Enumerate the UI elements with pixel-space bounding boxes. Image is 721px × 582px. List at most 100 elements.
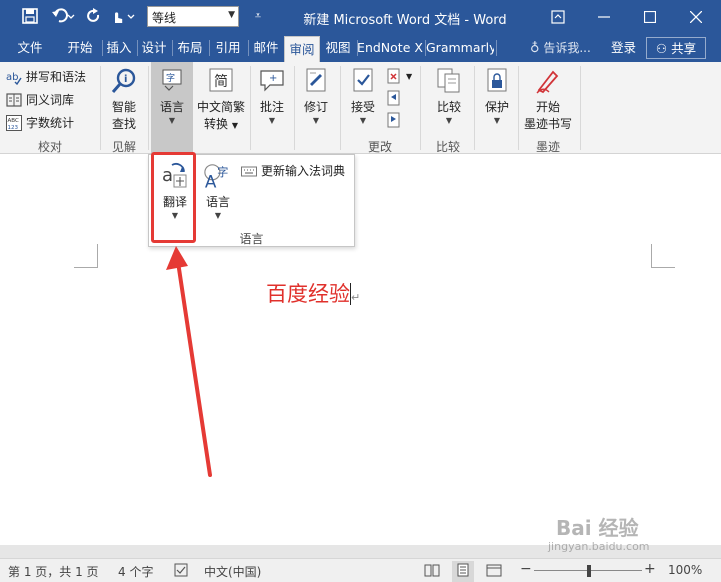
- word-count[interactable]: 4 个字: [118, 563, 153, 580]
- previous-change-icon: [387, 90, 400, 106]
- zoom-out-icon[interactable]: −: [520, 561, 532, 577]
- smart-lookup-button[interactable]: i 智能 查找: [104, 66, 144, 132]
- tab-grammarly[interactable]: Grammarly: [426, 34, 494, 62]
- tab-view[interactable]: 视图: [321, 34, 355, 62]
- minimize-icon[interactable]: [584, 4, 624, 30]
- word-count-label: 字数统计: [26, 116, 75, 130]
- language-button[interactable]: 字 语言 ▼: [153, 66, 191, 125]
- update-ime-dictionary-button[interactable]: 更新输入法词典: [241, 162, 345, 179]
- chevron-down-icon: ▼: [359, 116, 367, 125]
- tab-layout[interactable]: 布局: [173, 34, 207, 62]
- status-bar: 第 1 页，共 1 页 4 个字 中文(中国) − + 100%: [0, 558, 721, 582]
- document-text[interactable]: 百度经验↵: [266, 278, 360, 308]
- undo-icon[interactable]: [48, 5, 78, 27]
- document-page[interactable]: 百度经验↵: [0, 154, 721, 545]
- chevron-down-icon: ▼: [214, 211, 222, 220]
- print-layout-icon[interactable]: [452, 561, 474, 582]
- read-mode-icon[interactable]: [424, 563, 440, 580]
- start-inking-button[interactable]: 开始 墨迹书写: [522, 66, 574, 132]
- share-button[interactable]: ⚇ 共享: [646, 37, 706, 59]
- protect-button[interactable]: 保护 ▼: [478, 66, 516, 125]
- baidu-watermark: Bai 经验 jingyan.baidu.com: [548, 512, 688, 558]
- next-change-button[interactable]: [386, 112, 402, 128]
- track-changes-button[interactable]: 修订 ▼: [297, 66, 335, 125]
- title-bar: 等线 ▼ ⩡ 新建 Microsoft Word 文档 - Word: [0, 0, 721, 34]
- language-button-pressed[interactable]: 字 语言 ▼: [151, 62, 193, 154]
- tab-references[interactable]: 引用: [210, 34, 246, 62]
- chevron-down-icon: ▼: [231, 121, 238, 130]
- accept-button[interactable]: 接受 ▼: [344, 66, 382, 125]
- tab-endnote[interactable]: EndNote X: [357, 34, 423, 62]
- chevron-down-icon: ▼: [268, 116, 276, 125]
- group-label-changes: 更改: [367, 140, 392, 154]
- compare-button[interactable]: 比较 ▼: [430, 66, 468, 125]
- chinese-conversion-icon: 简: [209, 68, 233, 92]
- tab-mailings[interactable]: 邮件: [249, 34, 283, 62]
- document-area: 百度经验↵: [0, 154, 721, 558]
- tab-file[interactable]: 文件: [10, 34, 50, 62]
- language-label: 语言: [159, 100, 184, 114]
- page-count[interactable]: 第 1 页，共 1 页: [8, 563, 99, 580]
- page-corner-mark: [74, 244, 98, 268]
- chinese-conversion-button[interactable]: 简 中文简繁 转换 ▼: [196, 66, 246, 132]
- word-count-icon: ABC123: [6, 114, 22, 131]
- lock-icon: [487, 68, 507, 92]
- chinese-conv-label-2: 转换: [204, 117, 229, 131]
- tab-review[interactable]: 审阅: [284, 36, 320, 62]
- keyboard-icon: [241, 166, 257, 176]
- ribbon-display-options-icon[interactable]: [538, 4, 578, 30]
- zoom-in-icon[interactable]: +: [644, 561, 656, 577]
- ink-label-1: 开始: [535, 100, 560, 114]
- close-icon[interactable]: [676, 4, 716, 30]
- language-status[interactable]: 中文(中国): [204, 563, 261, 580]
- language-settings-icon: A字: [204, 164, 228, 191]
- zoom-slider-thumb[interactable]: [587, 565, 591, 577]
- redo-icon[interactable]: [82, 5, 106, 27]
- spelling-grammar-button[interactable]: ab 拼写和语法: [6, 68, 86, 85]
- smart-lookup-label-1: 智能: [111, 100, 136, 114]
- red-arrow-annotation: [166, 246, 212, 477]
- chevron-down-icon[interactable]: ▼: [228, 10, 235, 20]
- svg-text:A: A: [205, 171, 217, 191]
- previous-change-button[interactable]: [386, 90, 402, 106]
- comments-label: 批注: [259, 100, 284, 114]
- tab-design[interactable]: 设计: [138, 34, 170, 62]
- inking-pen-icon: [536, 70, 559, 94]
- group-label-ink: 墨迹: [535, 140, 560, 154]
- tab-insert[interactable]: 插入: [103, 34, 135, 62]
- comments-button[interactable]: + 批注 ▼: [253, 66, 291, 125]
- web-layout-icon[interactable]: [486, 563, 502, 580]
- word-count-button[interactable]: ABC 123 字数统计: [6, 114, 74, 131]
- group-label-compare: 比较: [435, 140, 460, 154]
- language-settings-button[interactable]: A字 语言 ▼: [198, 161, 238, 220]
- tell-me-search[interactable]: ♁ 告诉我...: [530, 34, 591, 62]
- lightbulb-icon: ♁: [530, 41, 540, 56]
- touch-mode-icon[interactable]: [108, 5, 138, 27]
- chevron-down-icon: ▼: [406, 71, 413, 81]
- save-icon[interactable]: [18, 5, 42, 27]
- update-ime-label: 更新输入法词典: [261, 164, 346, 178]
- reject-button[interactable]: ▼: [386, 68, 412, 84]
- sign-in-link[interactable]: 登录: [611, 34, 636, 62]
- thesaurus-button[interactable]: 同义词库: [6, 91, 74, 108]
- font-name-box[interactable]: 等线 ▼: [147, 6, 239, 27]
- language-icon: 字: [162, 69, 182, 91]
- proofing-status-icon[interactable]: [174, 563, 188, 580]
- tab-home[interactable]: 开始: [60, 34, 100, 62]
- svg-text:字: 字: [166, 72, 175, 84]
- svg-text:ab: ab: [6, 72, 18, 83]
- ink-label-2: 墨迹书写: [523, 117, 572, 131]
- group-label-insights: 见解: [111, 140, 136, 154]
- maximize-icon[interactable]: [630, 4, 670, 30]
- chevron-down-icon: ▼: [493, 116, 501, 125]
- chinese-conv-label-1: 中文简繁: [196, 100, 245, 114]
- accept-icon: [353, 68, 373, 92]
- page-corner-mark: [651, 244, 675, 268]
- next-change-icon: [387, 112, 400, 128]
- chevron-down-icon: ▼: [312, 116, 320, 125]
- language-settings-label: 语言: [205, 195, 230, 209]
- zoom-level[interactable]: 100%: [668, 563, 702, 577]
- chevron-down-icon: ▼: [168, 116, 176, 125]
- customize-qat-icon[interactable]: ⩡: [246, 5, 270, 27]
- paragraph-mark: ↵: [351, 291, 361, 304]
